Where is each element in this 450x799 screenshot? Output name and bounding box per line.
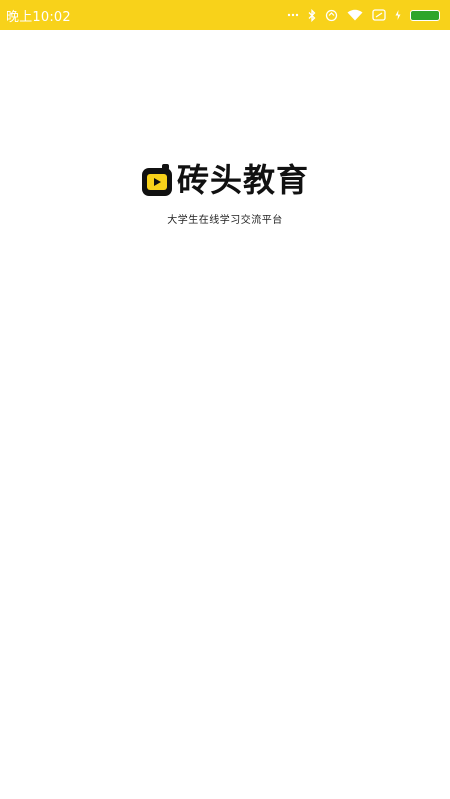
brand-logo: 砖头教育 — [141, 160, 309, 200]
status-bar: 晚上10:02 — [0, 0, 450, 30]
battery-icon — [410, 9, 440, 21]
splash-screen: 晚上10:02 砖头教育 大学生在线学习交流平台 — [0, 0, 450, 799]
brand-tagline: 大学生在线学习交流平台 — [167, 215, 283, 226]
status-icons — [287, 8, 440, 22]
brand-logo-block: 砖头教育 大学生在线学习交流平台 — [0, 160, 450, 226]
sync-icon — [325, 9, 338, 22]
wifi-icon — [347, 9, 363, 21]
status-time: 晚上10:02 — [6, 9, 71, 25]
camera-logo-icon — [141, 163, 173, 197]
sim-icon — [372, 9, 386, 21]
dots-icon — [287, 13, 299, 17]
bluetooth-icon — [308, 8, 316, 22]
charging-icon — [395, 10, 401, 20]
brand-name: 砖头教育 — [176, 161, 309, 199]
